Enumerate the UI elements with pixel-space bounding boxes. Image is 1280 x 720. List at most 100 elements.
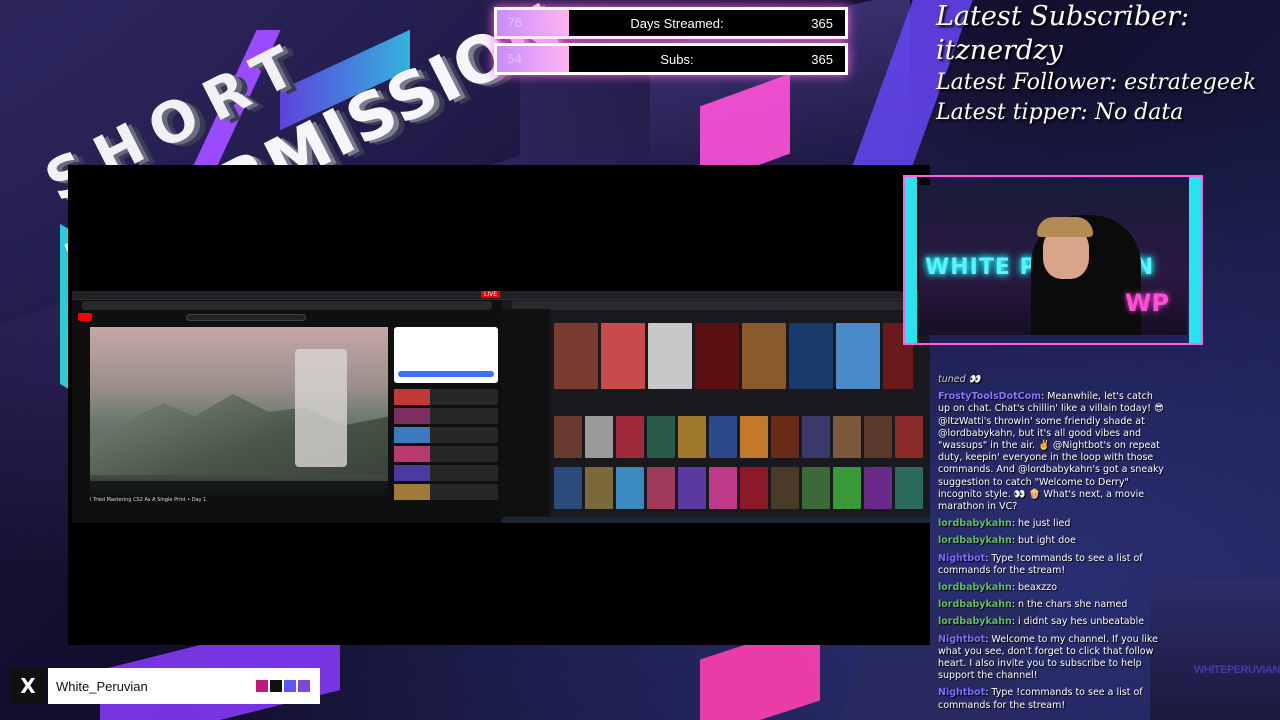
browser-urlbar[interactable] xyxy=(82,301,492,310)
latest-tipper: Latest tipper: No data xyxy=(936,100,1184,125)
bg-shape xyxy=(1150,580,1280,720)
webcam-frame: WHITE PERUVIAN WP xyxy=(903,175,1203,345)
chat-username: Nightbot xyxy=(938,633,986,645)
poster[interactable] xyxy=(585,416,613,458)
webcam-feed: WHITE PERUVIAN WP xyxy=(919,185,1187,335)
sidebar-video[interactable] xyxy=(394,408,498,424)
poster[interactable] xyxy=(895,416,923,458)
poster[interactable] xyxy=(554,323,598,389)
poster[interactable] xyxy=(895,467,923,509)
chat-message: lordbabykahn: i didnt say hes unbeatable xyxy=(938,616,1145,628)
video-title: I Tried Mastering CS2 As A Single Print … xyxy=(90,497,207,503)
windows-taskbar[interactable] xyxy=(502,517,930,523)
goal-value: 365 xyxy=(811,15,833,31)
browser-tabbar[interactable] xyxy=(72,291,502,300)
chat-username: lordbabykahn xyxy=(938,616,1012,628)
poster[interactable] xyxy=(836,323,880,389)
watermark: WHITEPERUVIAN xyxy=(1194,664,1280,676)
poster-row-trending xyxy=(554,416,923,458)
poster-row-more xyxy=(554,467,923,509)
latest-events: Latest Subscriber: itznerdzy Latest Foll… xyxy=(936,0,1276,128)
chat-message: lordbabykahn: he just lied xyxy=(938,518,1071,530)
poster[interactable] xyxy=(709,467,737,509)
poster[interactable] xyxy=(802,416,830,458)
poster[interactable] xyxy=(709,416,737,458)
youtube-window[interactable]: LIVE I Tried Mastering CS2 As A Single P… xyxy=(72,291,502,523)
poster[interactable] xyxy=(678,467,706,509)
goal-bar-days: 76 Days Streamed: 365 xyxy=(494,7,848,39)
sidebar-video[interactable] xyxy=(394,465,498,481)
poster[interactable] xyxy=(771,416,799,458)
chat-username: lordbabykahn xyxy=(938,535,1012,547)
poster[interactable] xyxy=(648,323,692,389)
swatch xyxy=(298,680,310,692)
poster[interactable] xyxy=(678,416,706,458)
poster[interactable] xyxy=(585,467,613,509)
poster[interactable] xyxy=(802,467,830,509)
poster[interactable] xyxy=(864,467,892,509)
chat-username: lordbabykahn xyxy=(938,518,1012,530)
live-badge: LIVE xyxy=(480,291,500,298)
poster[interactable] xyxy=(771,467,799,509)
chat-message: FrostyToolsDotCom: Meanwhile, let's catc… xyxy=(938,391,1164,513)
latest-subscriber-label: Latest Subscriber: xyxy=(936,1,1190,32)
poster[interactable] xyxy=(647,416,675,458)
youtube-search-input[interactable] xyxy=(186,313,306,321)
chat-text: he just lied xyxy=(1017,518,1071,530)
latest-follower: Latest Follower: estrategeek xyxy=(936,70,1257,95)
poster[interactable] xyxy=(554,416,582,458)
poster-row-featured xyxy=(554,323,913,389)
video-overlay-panel xyxy=(295,349,347,467)
sidebar-ad[interactable] xyxy=(394,327,498,383)
latest-subscriber-name: itznerdzy xyxy=(936,35,1063,66)
sidebar-video[interactable] xyxy=(394,484,498,500)
poster[interactable] xyxy=(601,323,645,389)
sidebar-video[interactable] xyxy=(394,446,498,462)
poster[interactable] xyxy=(833,416,861,458)
poster[interactable] xyxy=(864,416,892,458)
poster[interactable] xyxy=(616,467,644,509)
swatch xyxy=(284,680,296,692)
player-controls[interactable] xyxy=(90,481,388,495)
chat-username: lordbabykahn xyxy=(938,599,1012,611)
goal-bar-subs: 54 Subs: 365 xyxy=(494,43,848,75)
browser-urlbar[interactable] xyxy=(512,301,920,310)
poster[interactable] xyxy=(695,323,739,389)
chat-username: Nightbot xyxy=(938,687,986,699)
social-handle: White_Peruvian xyxy=(56,678,148,694)
chat-message: lordbabykahn: beaxzzo xyxy=(938,582,1058,594)
streamer-hat xyxy=(1037,217,1093,237)
goal-label: Subs: xyxy=(660,51,694,67)
chat-fragment: tuned 👀 xyxy=(938,374,981,385)
goal-label: Days Streamed: xyxy=(630,15,724,31)
wp-logo: WP xyxy=(1124,289,1169,317)
social-namebar: White_Peruvian xyxy=(48,668,320,704)
swatch xyxy=(270,680,282,692)
chat-username: FrostyToolsDotCom xyxy=(938,391,1042,403)
sidebar-video[interactable] xyxy=(394,427,498,443)
chat-username: Nightbot xyxy=(938,552,986,564)
youtube-sidebar xyxy=(394,327,498,517)
poster[interactable] xyxy=(740,416,768,458)
poster[interactable] xyxy=(647,467,675,509)
poster[interactable] xyxy=(833,467,861,509)
media-sidebar[interactable] xyxy=(502,309,550,523)
poster[interactable] xyxy=(742,323,786,389)
color-swatches xyxy=(256,680,312,692)
goal-left-value: 54 xyxy=(497,46,569,72)
browser-tabbar[interactable] xyxy=(502,291,930,300)
media-library-window[interactable] xyxy=(502,291,930,523)
sidebar-video[interactable] xyxy=(394,389,498,405)
youtube-logo-icon[interactable] xyxy=(78,313,92,321)
chat-box: tuned 👀 FrostyToolsDotCom: Meanwhile, le… xyxy=(938,374,1164,720)
chat-message: lordbabykahn: but ight doe xyxy=(938,535,1076,547)
poster[interactable] xyxy=(554,467,582,509)
poster[interactable] xyxy=(740,467,768,509)
video-player[interactable] xyxy=(90,327,388,495)
chat-message: Nightbot: Welcome to my channel. If you … xyxy=(938,633,1158,682)
poster[interactable] xyxy=(789,323,833,389)
chat-text: but ight doe xyxy=(1017,535,1076,547)
goal-value: 365 xyxy=(811,51,833,67)
poster[interactable] xyxy=(616,416,644,458)
x-logo-icon: X xyxy=(10,668,46,704)
